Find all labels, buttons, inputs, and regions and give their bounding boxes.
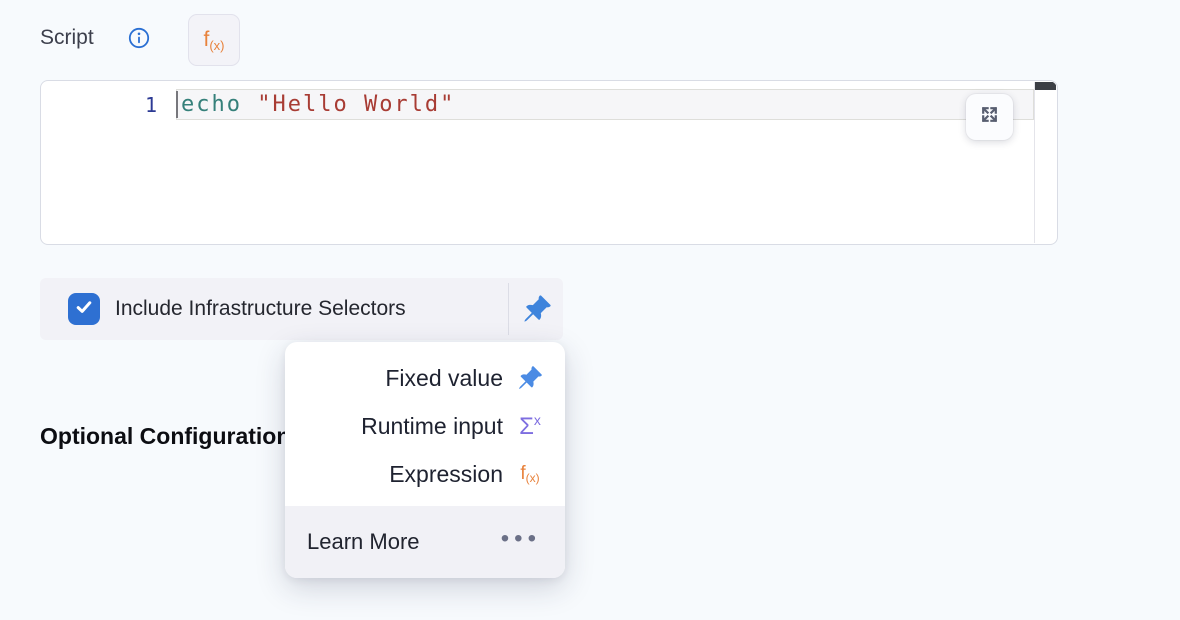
input-type-dropdown-menu: Fixed value Runtime input Σx Expression …: [285, 342, 565, 578]
include-infrastructure-selectors-checkbox[interactable]: [68, 293, 100, 325]
expand-icon: [979, 104, 1000, 130]
menu-item-expression[interactable]: Expression f(x): [285, 450, 565, 498]
info-icon[interactable]: [128, 27, 150, 49]
script-field-label: Script: [40, 26, 94, 50]
menu-item-label: Runtime input: [361, 413, 503, 440]
expand-editor-button[interactable]: [966, 94, 1013, 140]
menu-footer: Learn More •••: [285, 506, 565, 578]
fx-icon: f(x): [515, 464, 545, 484]
menu-item-label: Fixed value: [385, 365, 503, 392]
include-infrastructure-selectors-row: Include Infrastructure Selectors: [40, 278, 563, 340]
pin-icon: [515, 365, 545, 391]
ellipsis-icon[interactable]: •••: [501, 527, 541, 557]
expression-toggle-button[interactable]: f(x): [188, 14, 240, 66]
editor-scrollbar-thumb[interactable]: [1035, 82, 1056, 90]
checkbox-label: Include Infrastructure Selectors: [115, 278, 406, 340]
code-token-command: echo: [181, 92, 242, 117]
menu-item-fixed-value[interactable]: Fixed value: [285, 354, 565, 402]
code-token-string: "Hello World": [242, 92, 455, 117]
checkmark-icon: [74, 297, 94, 322]
editor-canvas: 1 echo "Hello World": [41, 81, 1057, 244]
pin-icon[interactable]: [522, 294, 552, 324]
divider: [508, 283, 509, 335]
optional-configuration-heading: Optional Configurations: [40, 423, 303, 450]
menu-item-runtime-input[interactable]: Runtime input Σx: [285, 402, 565, 450]
text-caret: [176, 91, 178, 118]
editor-scrollbar-track[interactable]: [1034, 82, 1035, 243]
code-line: echo "Hello World": [181, 89, 455, 120]
learn-more-link[interactable]: Learn More: [307, 529, 420, 555]
sigma-icon: Σx: [515, 413, 545, 439]
menu-item-label: Expression: [389, 461, 503, 488]
script-code-editor[interactable]: 1 echo "Hello World": [40, 80, 1058, 245]
line-number: 1: [137, 90, 165, 121]
fx-icon: f(x): [203, 29, 224, 52]
menu-item-list: Fixed value Runtime input Σx Expression …: [285, 342, 565, 498]
